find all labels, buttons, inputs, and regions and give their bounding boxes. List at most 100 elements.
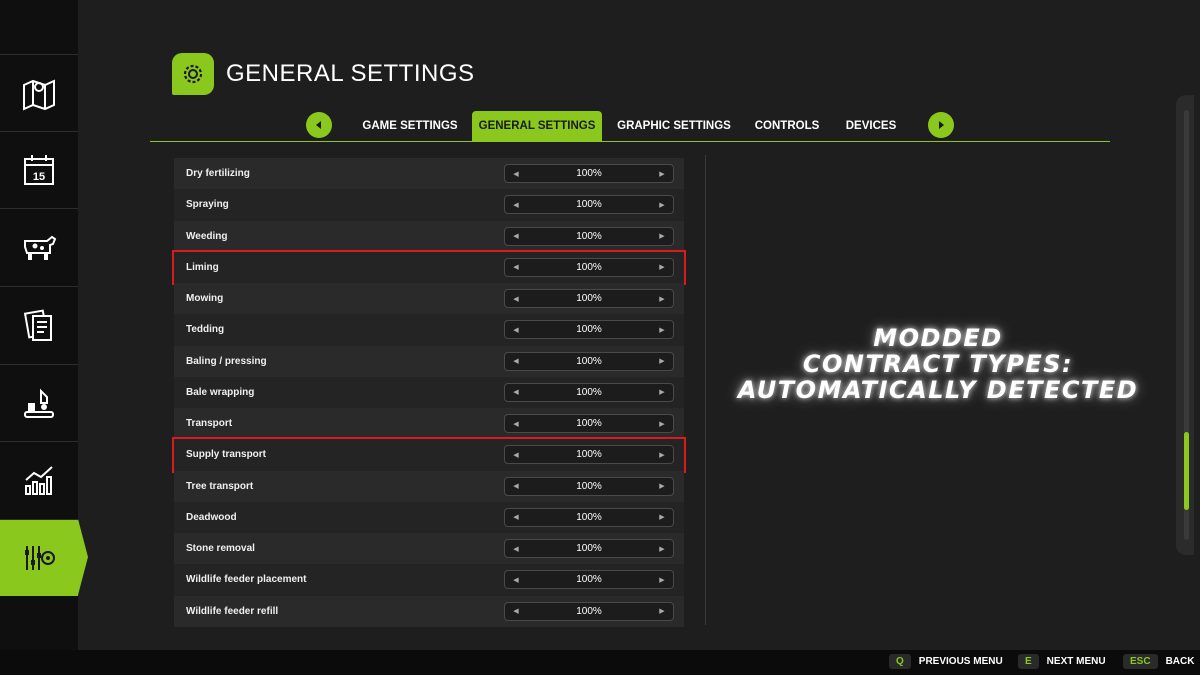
setting-row-weeding[interactable]: Weeding ◀ 100% ▶ bbox=[174, 220, 684, 252]
setting-row-wildlife-feeder-placement[interactable]: Wildlife feeder placement ◀ 100% ▶ bbox=[174, 564, 684, 596]
setting-value: 100% bbox=[576, 480, 602, 492]
setting-stepper[interactable]: ◀ 100% ▶ bbox=[504, 257, 674, 277]
nav-statistics-button[interactable] bbox=[0, 441, 78, 518]
setting-stepper[interactable]: ◀ 100% ▶ bbox=[504, 445, 674, 465]
gear-icon bbox=[183, 64, 203, 84]
tab-general-settings[interactable]: GENERAL SETTINGS bbox=[472, 111, 602, 141]
increase-arrow-icon[interactable]: ▶ bbox=[657, 170, 667, 178]
increase-arrow-icon[interactable]: ▶ bbox=[657, 607, 667, 615]
setting-row-mowing[interactable]: Mowing ◀ 100% ▶ bbox=[174, 283, 684, 315]
increase-arrow-icon[interactable]: ▶ bbox=[657, 232, 667, 240]
decrease-arrow-icon[interactable]: ◀ bbox=[511, 263, 521, 271]
decrease-arrow-icon[interactable]: ◀ bbox=[511, 420, 521, 428]
decrease-arrow-icon[interactable]: ◀ bbox=[511, 388, 521, 396]
setting-stepper[interactable]: ◀ 100% ▶ bbox=[504, 164, 674, 184]
setting-row-transport[interactable]: Transport ◀ 100% ▶ bbox=[174, 408, 684, 440]
nav-map-button[interactable] bbox=[0, 54, 78, 131]
tab-devices[interactable]: DEVICES bbox=[836, 111, 906, 141]
increase-arrow-icon[interactable]: ▶ bbox=[657, 482, 667, 490]
calendar-icon: 15 bbox=[24, 155, 54, 185]
setting-stepper[interactable]: ◀ 100% ▶ bbox=[504, 476, 674, 496]
increase-arrow-icon[interactable]: ▶ bbox=[657, 388, 667, 396]
increase-arrow-icon[interactable]: ▶ bbox=[657, 263, 667, 271]
setting-label: Spraying bbox=[186, 199, 229, 211]
promo-line-2: CONTRACT TYPES: bbox=[802, 350, 1074, 378]
setting-row-spraying[interactable]: Spraying ◀ 100% ▶ bbox=[174, 189, 684, 221]
setting-row-tedding[interactable]: Tedding ◀ 100% ▶ bbox=[174, 314, 684, 346]
increase-arrow-icon[interactable]: ▶ bbox=[657, 545, 667, 553]
nav-production-button[interactable] bbox=[0, 364, 78, 441]
decrease-arrow-icon[interactable]: ◀ bbox=[511, 357, 521, 365]
nav-settings-button[interactable] bbox=[0, 519, 78, 596]
setting-row-baling[interactable]: Baling / pressing ◀ 100% ▶ bbox=[174, 345, 684, 377]
increase-arrow-icon[interactable]: ▶ bbox=[657, 420, 667, 428]
setting-row-wildlife-feeder-refill[interactable]: Wildlife feeder refill ◀ 100% ▶ bbox=[174, 595, 684, 627]
decrease-arrow-icon[interactable]: ◀ bbox=[511, 451, 521, 459]
decrease-arrow-icon[interactable]: ◀ bbox=[511, 295, 521, 303]
setting-row-stone-removal[interactable]: Stone removal ◀ 100% ▶ bbox=[174, 533, 684, 565]
decrease-arrow-icon[interactable]: ◀ bbox=[511, 326, 521, 334]
setting-label: Baling / pressing bbox=[186, 355, 267, 367]
setting-row-tree-transport[interactable]: Tree transport ◀ 100% ▶ bbox=[174, 470, 684, 502]
increase-arrow-icon[interactable]: ▶ bbox=[657, 513, 667, 521]
page-title: GENERAL SETTINGS bbox=[226, 60, 475, 87]
setting-row-supply-transport[interactable]: Supply transport ◀ 100% ▶ bbox=[172, 437, 686, 473]
setting-row-bale-wrapping[interactable]: Bale wrapping ◀ 100% ▶ bbox=[174, 376, 684, 408]
hint-back[interactable]: ESC BACK bbox=[1123, 654, 1194, 669]
calendar-day: 15 bbox=[33, 171, 45, 183]
increase-arrow-icon[interactable]: ▶ bbox=[657, 451, 667, 459]
hint-next-menu[interactable]: E NEXT MENU bbox=[1018, 654, 1106, 669]
promo-line-1: MODDED bbox=[873, 324, 1003, 352]
decrease-arrow-icon[interactable]: ◀ bbox=[511, 232, 521, 240]
setting-value: 100% bbox=[576, 324, 602, 336]
setting-label: Wildlife feeder refill bbox=[186, 605, 279, 617]
tab-controls[interactable]: CONTROLS bbox=[746, 111, 828, 141]
increase-arrow-icon[interactable]: ▶ bbox=[657, 357, 667, 365]
tab-next-button[interactable] bbox=[928, 112, 954, 138]
decrease-arrow-icon[interactable]: ◀ bbox=[511, 482, 521, 490]
contracts-icon bbox=[23, 309, 52, 341]
panel-divider bbox=[705, 155, 706, 625]
setting-row-liming[interactable]: Liming ◀ 100% ▶ bbox=[172, 249, 686, 286]
setting-row-dry-fertilizing[interactable]: Dry fertilizing ◀ 100% ▶ bbox=[174, 158, 684, 190]
setting-stepper[interactable]: ◀ 100% ▶ bbox=[504, 414, 674, 434]
setting-label: Deadwood bbox=[186, 511, 237, 523]
decrease-arrow-icon[interactable]: ◀ bbox=[511, 576, 521, 584]
hint-label: PREVIOUS MENU bbox=[918, 656, 1003, 667]
setting-row-deadwood[interactable]: Deadwood ◀ 100% ▶ bbox=[174, 501, 684, 533]
increase-arrow-icon[interactable]: ▶ bbox=[657, 576, 667, 584]
setting-stepper[interactable]: ◀ 100% ▶ bbox=[504, 507, 674, 527]
setting-stepper[interactable]: ◀ 100% ▶ bbox=[504, 195, 674, 215]
setting-stepper[interactable]: ◀ 100% ▶ bbox=[504, 320, 674, 340]
setting-label: Supply transport bbox=[186, 449, 267, 461]
setting-stepper[interactable]: ◀ 100% ▶ bbox=[504, 601, 674, 621]
setting-stepper[interactable]: ◀ 100% ▶ bbox=[504, 570, 674, 590]
increase-arrow-icon[interactable]: ▶ bbox=[657, 326, 667, 334]
scrollbar-thumb[interactable] bbox=[1184, 432, 1189, 510]
setting-value: 100% bbox=[576, 293, 602, 305]
nav-calendar-button[interactable]: 15 bbox=[0, 131, 78, 208]
increase-arrow-icon[interactable]: ▶ bbox=[657, 295, 667, 303]
tab-graphic-settings[interactable]: GRAPHIC SETTINGS bbox=[612, 111, 736, 141]
tab-prev-button[interactable] bbox=[306, 112, 332, 138]
setting-stepper[interactable]: ◀ 100% ▶ bbox=[504, 382, 674, 402]
nav-contracts-button[interactable] bbox=[0, 286, 78, 363]
side-nav: 15 bbox=[0, 0, 78, 650]
decrease-arrow-icon[interactable]: ◀ bbox=[511, 545, 521, 553]
decrease-arrow-icon[interactable]: ◀ bbox=[511, 201, 521, 209]
setting-stepper[interactable]: ◀ 100% ▶ bbox=[504, 226, 674, 246]
increase-arrow-icon[interactable]: ▶ bbox=[657, 201, 667, 209]
hint-previous-menu[interactable]: Q PREVIOUS MENU bbox=[889, 654, 1003, 669]
decrease-arrow-icon[interactable]: ◀ bbox=[511, 607, 521, 615]
setting-value: 100% bbox=[576, 418, 602, 430]
decrease-arrow-icon[interactable]: ◀ bbox=[511, 513, 521, 521]
setting-stepper[interactable]: ◀ 100% ▶ bbox=[504, 289, 674, 309]
setting-label: Weeding bbox=[186, 230, 228, 242]
setting-stepper[interactable]: ◀ 100% ▶ bbox=[504, 539, 674, 559]
setting-value: 100% bbox=[576, 449, 602, 461]
tab-underline bbox=[150, 141, 1110, 142]
decrease-arrow-icon[interactable]: ◀ bbox=[511, 170, 521, 178]
setting-stepper[interactable]: ◀ 100% ▶ bbox=[504, 351, 674, 371]
nav-animals-button[interactable] bbox=[0, 208, 78, 285]
tab-game-settings[interactable]: GAME SETTINGS bbox=[352, 111, 468, 141]
